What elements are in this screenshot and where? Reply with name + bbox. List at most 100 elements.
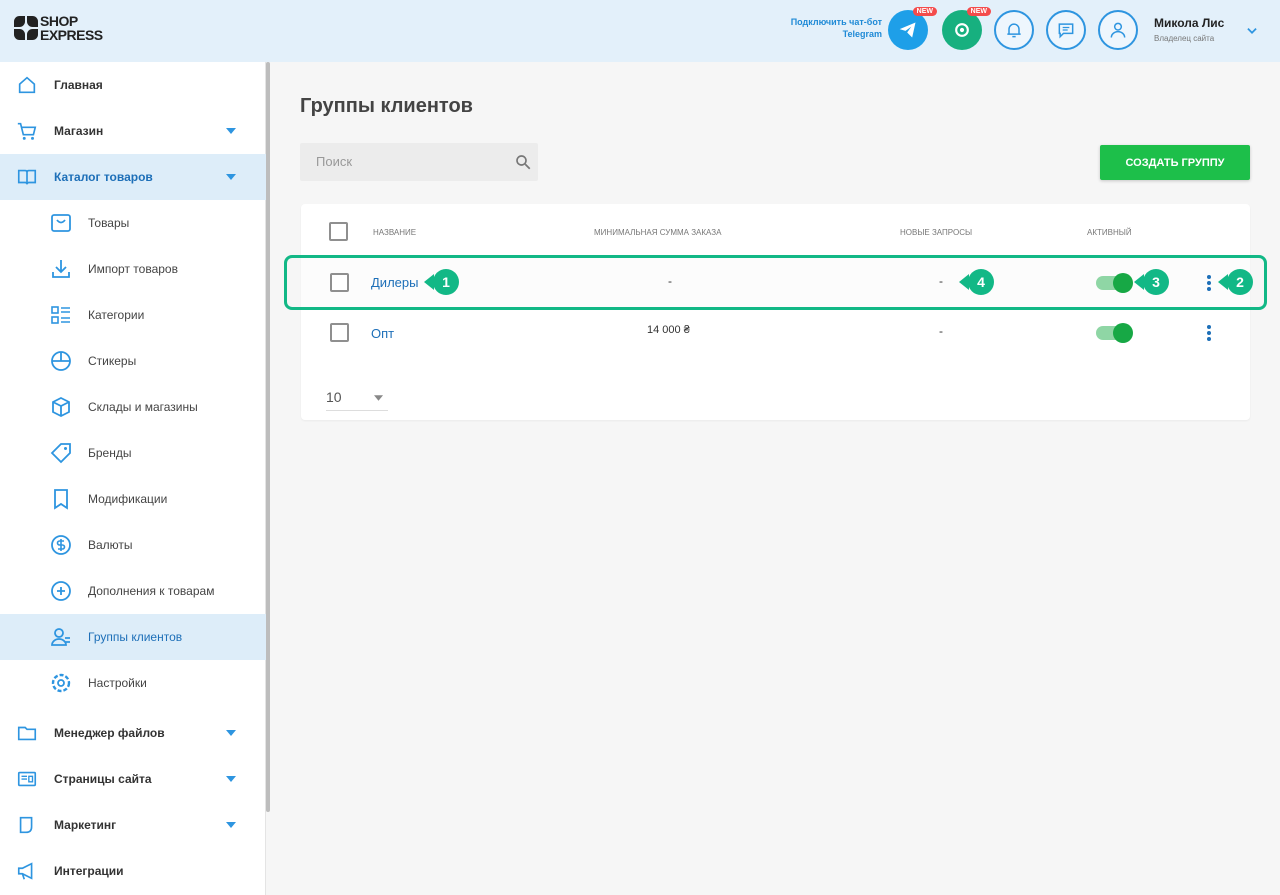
user-icon (1110, 22, 1126, 38)
telegram-link-line2: Telegram (842, 29, 882, 39)
sidebar-item-integrations[interactable]: Интеграции (0, 848, 266, 894)
column-header-name[interactable]: Название (373, 228, 416, 237)
telegram-bot-link[interactable]: Подключить чат-бот Telegram (760, 16, 882, 40)
tag-icon (50, 443, 71, 464)
telegram-link-line1: Подключить чат-бот (790, 17, 882, 27)
folder-icon (17, 726, 37, 741)
sidebar-item-warehouses[interactable]: Склады и магазины (0, 384, 266, 430)
more-actions-icon[interactable] (1207, 275, 1211, 293)
sidebar-item-label: Группы клиентов (88, 630, 183, 644)
caret-down-icon (374, 395, 383, 401)
sidebar-item-addons[interactable]: Дополнения к товарам (0, 568, 266, 614)
sidebar-item-categories[interactable]: Категории (0, 292, 266, 338)
telegram-icon (899, 22, 916, 38)
column-header-active[interactable]: Активный (1087, 228, 1132, 237)
toggle-knob (1113, 323, 1133, 343)
logo[interactable]: SHOP EXPRESS (14, 14, 103, 42)
plus-circle-icon (51, 581, 71, 601)
chevron-down-icon[interactable] (1245, 24, 1259, 38)
sidebar-item-site-pages[interactable]: Страницы сайта (0, 756, 266, 802)
settings-icon (51, 673, 71, 693)
sidebar-item-import[interactable]: Импорт товаров (0, 246, 266, 292)
sidebar-item-home[interactable]: Главная (0, 62, 266, 108)
caret-down-icon (226, 730, 236, 736)
bell-icon (1007, 23, 1021, 38)
sidebar-item-label: Бренды (88, 446, 132, 460)
group-name-link[interactable]: Дилеры (371, 275, 418, 290)
active-toggle[interactable] (1096, 273, 1133, 293)
sidebar-item-file-manager[interactable]: Менеджер файлов (0, 710, 266, 756)
sidebar-item-label: Менеджер файлов (54, 726, 165, 740)
book-icon (17, 169, 37, 185)
logo-line2: EXPRESS (40, 27, 103, 43)
gear-icon (955, 23, 969, 37)
new-requests-value: - (939, 274, 943, 288)
top-header: SHOP EXPRESS Подключить чат-бот Telegram… (0, 0, 1280, 62)
sidebar-item-products[interactable]: Товары (0, 200, 266, 246)
sidebar-item-stickers[interactable]: Стикеры (0, 338, 266, 384)
sidebar-item-catalog[interactable]: Каталог товаров (0, 154, 266, 200)
sidebar-item-label: Каталог товаров (54, 170, 153, 184)
marketing-icon (19, 816, 33, 834)
column-header-min-sum[interactable]: Минимальная сумма заказа (594, 228, 721, 237)
sidebar-item-label: Склады и магазины (88, 400, 198, 414)
user-role: Владелец сайта (1154, 34, 1215, 43)
cube-icon (52, 396, 70, 418)
sidebar-item-label: Дополнения к товарам (88, 584, 215, 598)
dollar-icon (51, 535, 71, 555)
notifications-button[interactable] (994, 10, 1034, 50)
caret-down-icon (226, 174, 236, 180)
caret-down-icon (226, 822, 236, 828)
per-page-value: 10 (326, 389, 342, 405)
home-icon (18, 76, 36, 94)
active-toggle[interactable] (1096, 323, 1133, 343)
messages-button[interactable] (1046, 10, 1086, 50)
caret-down-icon (226, 776, 236, 782)
sidebar-item-shop[interactable]: Магазин (0, 108, 266, 154)
annotation-marker: 1 (424, 269, 459, 295)
column-header-new-requests[interactable]: Новые запросы (900, 228, 972, 237)
sidebar-item-label: Настройки (88, 676, 147, 690)
sidebar-scrollbar[interactable] (266, 62, 270, 812)
per-page-select[interactable]: 10 (326, 387, 388, 411)
sidebar-item-label: Валюты (88, 538, 133, 552)
caret-down-icon (226, 128, 236, 134)
sidebar-item-customer-groups[interactable]: Группы клиентов (0, 614, 266, 660)
annotation-marker: 3 (1134, 269, 1169, 295)
logo-icon (14, 16, 38, 40)
row-checkbox[interactable] (330, 323, 349, 342)
sidebar-item-label: Стикеры (88, 354, 137, 368)
toggle-knob (1113, 273, 1133, 293)
group-name-link[interactable]: Опт (371, 326, 394, 341)
box-icon (51, 214, 71, 232)
more-actions-icon[interactable] (1207, 325, 1211, 343)
annotation-marker: 4 (959, 269, 994, 295)
sidebar: Главная Магазин Каталог товаров Товары И… (0, 62, 266, 895)
sidebar-item-label: Страницы сайта (54, 772, 152, 786)
sidebar-item-label: Магазин (54, 124, 104, 138)
sidebar-item-marketing[interactable]: Маркетинг (0, 802, 266, 848)
new-badge: NEW (966, 7, 991, 16)
new-requests-value: - (939, 324, 943, 338)
user-name[interactable]: Микола Лис (1154, 16, 1224, 30)
search-placeholder: Поиск (316, 154, 353, 169)
telegram-button[interactable]: NEW (888, 7, 937, 50)
sidebar-item-label: Маркетинг (54, 818, 117, 832)
annotation-marker: 2 (1218, 269, 1253, 295)
min-sum-value: - (668, 274, 672, 288)
profile-button[interactable] (1098, 10, 1138, 50)
row-checkbox[interactable] (330, 273, 349, 292)
search-input[interactable]: Поиск (300, 143, 538, 181)
sidebar-item-settings[interactable]: Настройки (0, 660, 266, 706)
search-icon[interactable] (514, 153, 532, 171)
page-title: Группы клиентов (300, 95, 473, 117)
sidebar-item-label: Главная (54, 78, 103, 92)
select-all-checkbox[interactable] (329, 222, 348, 241)
sidebar-item-modifications[interactable]: Модификации (0, 476, 266, 522)
new-badge: NEW (912, 7, 937, 16)
sidebar-item-label: Модификации (88, 492, 168, 506)
sidebar-item-brands[interactable]: Бренды (0, 430, 266, 476)
create-group-button[interactable]: Создать группу (1100, 145, 1250, 180)
apps-button[interactable]: NEW (942, 7, 991, 50)
sidebar-item-currencies[interactable]: Валюты (0, 522, 266, 568)
